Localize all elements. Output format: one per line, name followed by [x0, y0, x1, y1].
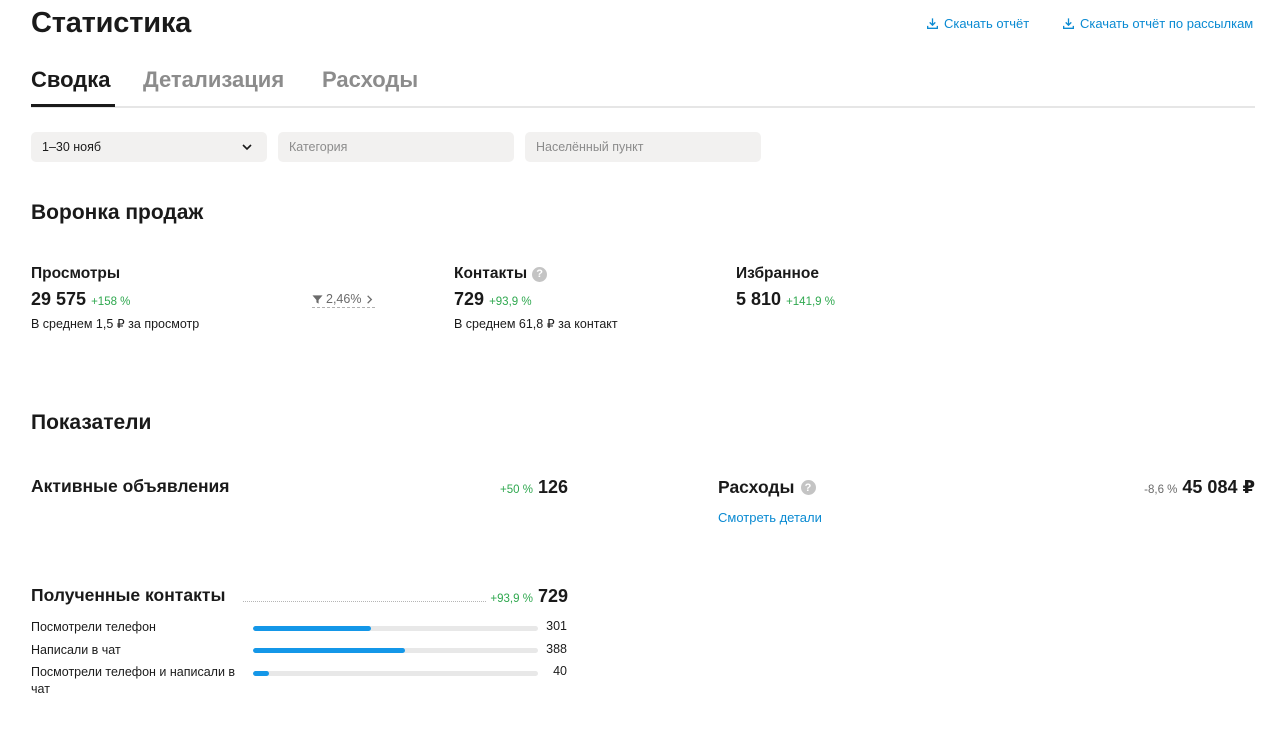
- favorites-value: 5 810: [736, 289, 782, 309]
- active-tab-indicator: [31, 104, 115, 107]
- received-contacts-delta: +93,9 %: [490, 593, 533, 605]
- bar-value: 301: [546, 619, 567, 633]
- active-ads-label: Активные объявления: [31, 476, 230, 496]
- active-ads-delta: +50 %: [500, 484, 533, 496]
- views-label: Просмотры: [31, 265, 121, 282]
- help-icon[interactable]: ?: [800, 480, 816, 495]
- download-mailing-report-link[interactable]: Скачать отчёт по рассылкам: [1062, 16, 1253, 31]
- favorites-value-line: 5 810 +141,9 %: [736, 289, 835, 310]
- active-ads-value-line: +50 % 126: [500, 477, 568, 498]
- progress-bar-track: [253, 671, 538, 676]
- date-range-select[interactable]: 1–30 нояб: [31, 132, 267, 162]
- funnel-icon: [312, 294, 323, 304]
- indicators-title: Показатели: [31, 411, 152, 434]
- expenses-value: 45 084 ₽: [1182, 477, 1255, 497]
- conversion-value: 2,46%: [326, 292, 362, 306]
- tab-expenses[interactable]: Расходы: [322, 67, 418, 93]
- date-range-value: 1–30 нояб: [42, 140, 102, 154]
- download-report-link[interactable]: Скачать отчёт: [926, 16, 1029, 31]
- received-contacts-label: Полученные контакты: [31, 585, 226, 605]
- favorites-metric: Избранное 5 810 +141,9 %: [736, 265, 835, 310]
- received-contacts-value-line: +93,9 % 729: [490, 586, 568, 607]
- bar-label: Написали в чат: [31, 643, 121, 657]
- conversion-link[interactable]: 2,46%: [312, 292, 376, 308]
- views-value-line: 29 575 +158 %: [31, 289, 199, 310]
- bar-value: 388: [546, 642, 567, 656]
- contacts-value: 729: [454, 289, 485, 309]
- city-filter[interactable]: Населённый пункт: [525, 132, 761, 162]
- progress-bar-fill: [253, 671, 269, 676]
- bar-label: Посмотрели телефон: [31, 620, 156, 634]
- received-contacts-value: 729: [537, 586, 568, 606]
- view-details-link[interactable]: Смотреть детали: [718, 510, 822, 525]
- category-filter[interactable]: Категория: [278, 132, 514, 162]
- tab-details[interactable]: Детализация: [143, 67, 284, 93]
- category-placeholder: Категория: [289, 140, 348, 154]
- contacts-value-line: 729 +93,9 %: [454, 289, 618, 310]
- active-ads-value: 126: [537, 477, 568, 497]
- help-icon[interactable]: ?: [532, 266, 548, 282]
- download-icon: [1063, 18, 1074, 29]
- expenses-delta: -8,6 %: [1144, 484, 1178, 496]
- progress-bar-fill: [253, 648, 405, 653]
- expenses-label: Расходы: [718, 477, 795, 497]
- views-metric: Просмотры 29 575 +158 % В среднем 1,5 ₽ …: [31, 265, 199, 331]
- progress-bar-track: [253, 626, 538, 631]
- contacts-metric: Контакты ? 729 +93,9 % В среднем 61,8 ₽ …: [454, 265, 618, 331]
- contacts-label-row: Контакты ?: [454, 265, 618, 283]
- views-delta: +158 %: [91, 296, 131, 308]
- chevron-right-icon: [367, 294, 373, 304]
- expenses-label-row: Расходы ?: [718, 477, 816, 498]
- city-placeholder: Населённый пункт: [536, 140, 644, 154]
- favorites-delta: +141,9 %: [786, 296, 835, 308]
- tab-summary[interactable]: Сводка: [31, 67, 110, 93]
- download-report-label: Скачать отчёт: [944, 16, 1030, 31]
- contacts-sub: В среднем 61,8 ₽ за контакт: [454, 317, 618, 331]
- page-title: Статистика: [31, 7, 192, 39]
- views-sub: В среднем 1,5 ₽ за просмотр: [31, 317, 200, 331]
- bar-value: 40: [553, 664, 567, 678]
- contacts-label: Контакты: [454, 265, 528, 282]
- views-value: 29 575: [31, 289, 87, 309]
- contacts-delta: +93,9 %: [489, 296, 532, 308]
- download-icon: [927, 18, 938, 29]
- tab-bar: Сводка Детализация Расходы: [31, 64, 1255, 108]
- dotted-leader: [243, 601, 486, 602]
- download-mailing-report-label: Скачать отчёт по рассылкам: [1080, 16, 1254, 31]
- progress-bar-track: [253, 648, 538, 653]
- favorites-label: Избранное: [736, 265, 819, 282]
- progress-bar-fill: [253, 626, 371, 631]
- funnel-title: Воронка продаж: [31, 201, 204, 224]
- expenses-value-line: -8,6 % 45 084 ₽: [1144, 477, 1255, 498]
- bar-label: Посмотрели телефон и написали в чат: [31, 665, 236, 696]
- chevron-down-icon: [242, 144, 252, 151]
